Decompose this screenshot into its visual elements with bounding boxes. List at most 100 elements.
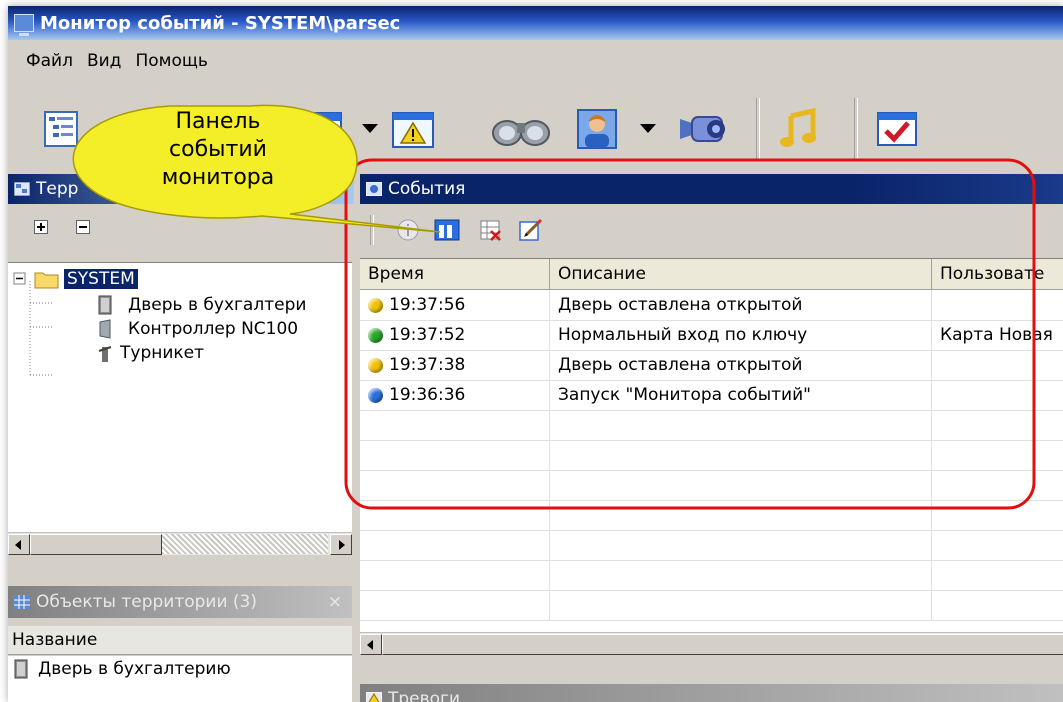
edit-note-icon[interactable]	[518, 218, 544, 242]
status-dot-icon	[368, 327, 383, 343]
cell-user	[932, 380, 1063, 410]
table-row	[360, 530, 1063, 561]
person-dropdown-arrow-icon[interactable]	[640, 124, 656, 133]
tree-item-label: Контроллер NC100	[128, 319, 299, 339]
time-text: 19:37:38	[389, 355, 466, 375]
cell-user: Карта Новая	[940, 325, 1053, 345]
close-icon[interactable]: ×	[328, 592, 342, 612]
list-item[interactable]: Дверь в бухгалтерию	[8, 656, 352, 682]
tree-item-controller[interactable]: Контроллер NC100	[98, 317, 298, 341]
menu-file[interactable]: Файл	[26, 51, 73, 71]
tree-item-door[interactable]: Дверь в бухгалтери	[98, 293, 306, 317]
alarm-warning-icon	[366, 692, 382, 702]
territory-tree: SYSTEM Дверь в бухгалтери Контроллер NC1…	[8, 262, 352, 533]
objects-panel-title: Объекты территории (3)	[36, 592, 257, 612]
table-row	[360, 560, 1063, 591]
status-dot-icon	[368, 357, 383, 373]
person-icon[interactable]	[574, 106, 620, 152]
events-horizontal-scrollbar[interactable]	[360, 632, 1063, 655]
alarms-panel-title: Тревоги	[388, 689, 461, 702]
territory-panel: Терр SYSTEM Дверь в бухгалтери Контролле…	[8, 174, 354, 702]
collapse-all-icon[interactable]	[76, 220, 90, 234]
tree-item-turnstile[interactable]: Турникет	[98, 341, 204, 365]
folder-icon	[34, 272, 59, 289]
callout-line: монитора	[161, 165, 275, 190]
column-header-time[interactable]: Время	[360, 259, 550, 289]
menu-help[interactable]: Помощь	[135, 51, 207, 71]
table-row	[360, 590, 1063, 621]
objects-column-header[interactable]: Название	[8, 626, 352, 655]
callout-line: Панель	[175, 109, 261, 134]
tree-item-label: Турникет	[120, 343, 205, 363]
controller-icon	[99, 319, 111, 339]
scroll-left-icon[interactable]	[8, 534, 30, 555]
events-grid-header: Время Описание Пользовате	[360, 259, 1063, 290]
events-panel-header[interactable]: События	[360, 174, 1063, 204]
events-panel: События Время Описание Пользовате 19:37:…	[360, 174, 1063, 702]
tree-root-label: SYSTEM	[64, 269, 138, 289]
binoculars-icon[interactable]	[486, 106, 556, 152]
tree-toolbar	[8, 204, 354, 250]
scroll-left-icon[interactable]	[360, 634, 382, 655]
events-toolbar	[360, 204, 1063, 256]
toolbar-grip	[370, 215, 374, 245]
info-icon[interactable]	[396, 218, 420, 242]
monitor-app-icon	[14, 14, 34, 36]
alarms-panel-header[interactable]: Тревоги	[360, 684, 1063, 702]
expand-all-icon[interactable]	[34, 220, 48, 234]
grid-icon	[14, 595, 30, 609]
time-text: 19:36:36	[389, 385, 466, 405]
music-note-icon[interactable]	[776, 106, 822, 152]
tree-item-system[interactable]: SYSTEM	[34, 267, 138, 291]
cell-user	[932, 290, 1063, 320]
table-row	[360, 500, 1063, 531]
table-row[interactable]: 19:37:52 Нормальный вход по ключу Карта …	[360, 320, 1063, 351]
column-header-description[interactable]: Описание	[550, 259, 932, 289]
cell-time: 19:37:38	[360, 350, 550, 380]
scroll-track[interactable]	[162, 534, 328, 554]
time-text: 19:37:56	[389, 295, 466, 315]
table-row	[360, 410, 1063, 441]
cell-description: Дверь оставлена открытой	[550, 290, 932, 320]
cell-time: 19:37:52	[360, 320, 550, 350]
clear-grid-icon[interactable]	[478, 218, 502, 242]
objects-column-name: Название	[12, 630, 98, 650]
table-row[interactable]: 19:37:38 Дверь оставлена открытой	[360, 350, 1063, 381]
territory-panel-title: Терр	[36, 179, 79, 199]
scroll-right-icon[interactable]	[330, 534, 352, 555]
scroll-thumb[interactable]	[382, 634, 1063, 655]
menu-view[interactable]: Вид	[87, 51, 121, 71]
turnstile-icon	[98, 346, 112, 362]
table-row[interactable]: 19:37:56 Дверь оставлена открытой	[360, 290, 1063, 321]
list-item-label: Дверь в бухгалтерию	[38, 659, 231, 679]
events-panel-icon	[366, 182, 382, 196]
title-bar[interactable]: Монитор событий - SYSTEM\parsec	[8, 6, 1063, 40]
time-text: 19:37:52	[389, 325, 466, 345]
objects-list: Дверь в бухгалтерию	[8, 656, 352, 702]
warning-icon[interactable]	[390, 106, 436, 152]
cell-description: Запуск "Монитора событий"	[550, 380, 932, 410]
tree-view-icon[interactable]	[38, 106, 84, 152]
checkmark-icon[interactable]	[874, 106, 920, 152]
table-row	[360, 440, 1063, 471]
cell-description: Дверь оставлена открытой	[550, 350, 932, 380]
tree-horizontal-scrollbar[interactable]	[8, 532, 352, 555]
objects-panel-header[interactable]: Объекты территории (3) ×	[8, 586, 352, 618]
cell-description: Нормальный вход по ключу	[550, 320, 932, 350]
cell-time: 19:37:56	[360, 290, 550, 320]
table-row[interactable]: 19:36:36 Запуск "Монитора событий"	[360, 380, 1063, 411]
status-dot-icon	[368, 297, 383, 313]
columns-icon[interactable]	[434, 218, 460, 242]
toolbar-separator	[756, 98, 760, 160]
territory-icon	[14, 182, 30, 196]
camera-icon[interactable]	[676, 106, 736, 152]
callout-line: событий	[169, 137, 267, 162]
cell-time: 19:36:36	[360, 380, 550, 410]
status-dot-icon	[368, 387, 383, 403]
window-dropdown-arrow-icon[interactable]	[362, 124, 378, 133]
events-panel-title: События	[388, 179, 466, 199]
scroll-thumb[interactable]	[30, 534, 162, 555]
door-icon	[98, 295, 112, 315]
menu-bar: Файл Вид Помощь	[8, 40, 1063, 82]
column-header-user[interactable]: Пользовате	[932, 259, 1063, 289]
